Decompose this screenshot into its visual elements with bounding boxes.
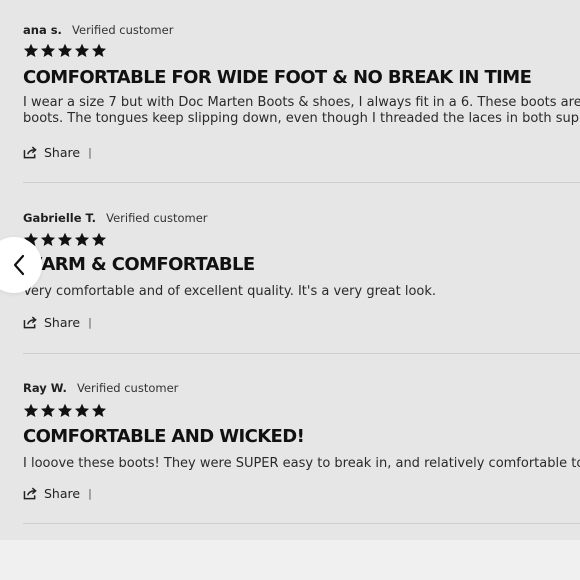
share-icon <box>23 146 37 158</box>
verified-badge: Verified customer <box>76 381 179 395</box>
review-meta: Gabrielle T. Verified customer <box>23 209 208 225</box>
review-divider <box>23 523 580 524</box>
share-label: Share <box>44 144 81 160</box>
star-icon <box>74 232 90 247</box>
share-separator: | <box>88 315 92 329</box>
star-icon <box>40 43 56 58</box>
review-body: I wear a size 7 but with Doc Marten Boot… <box>23 95 580 127</box>
star-icon <box>91 232 107 247</box>
review-list: ana s. Verified customer COMFORTABLE FOR… <box>0 0 580 540</box>
page-footer-band <box>0 540 580 580</box>
share-button[interactable]: Share | <box>23 314 92 330</box>
star-icon <box>23 43 39 58</box>
star-icon <box>74 403 90 418</box>
share-label: Share <box>44 485 81 501</box>
star-icon <box>40 232 56 247</box>
star-rating <box>23 402 107 420</box>
star-icon <box>23 403 39 418</box>
share-label: Share <box>44 314 81 330</box>
star-icon <box>57 403 73 418</box>
review-title: WARM & COMFORTABLE <box>23 254 255 275</box>
review-meta: ana s. Verified customer <box>23 21 173 37</box>
share-separator: | <box>88 145 92 159</box>
verified-badge: Verified customer <box>72 23 174 37</box>
review-body-line: I looove these boots! They were SUPER ea… <box>23 456 580 471</box>
reviewer-name: Gabrielle T. <box>23 211 96 225</box>
share-icon <box>23 316 37 328</box>
reviewer-name: ana s. <box>23 23 62 37</box>
verified-badge: Verified customer <box>106 211 208 225</box>
review-body-line: I wear a size 7 but with Doc Marten Boot… <box>23 95 580 110</box>
star-icon <box>57 232 73 247</box>
review-body-line: boots. The tongues keep slipping down, e… <box>23 111 580 126</box>
star-rating <box>23 42 107 60</box>
share-separator: | <box>88 486 92 500</box>
review-body: Very comfortable and of excellent qualit… <box>23 284 580 300</box>
review-body: I looove these boots! They were SUPER ea… <box>23 456 580 472</box>
reviewer-name: Ray W. <box>23 381 67 395</box>
share-button[interactable]: Share | <box>23 485 92 501</box>
share-button[interactable]: Share | <box>23 144 92 160</box>
reviews-viewport: ana s. Verified customer COMFORTABLE FOR… <box>0 0 580 580</box>
star-icon <box>91 43 107 58</box>
review-title: COMFORTABLE AND WICKED! <box>23 426 305 447</box>
chevron-left-icon <box>13 254 25 276</box>
review-meta: Ray W. Verified customer <box>23 379 178 395</box>
review-body-line: Very comfortable and of excellent qualit… <box>23 284 437 299</box>
review-divider <box>23 353 580 354</box>
star-icon <box>57 43 73 58</box>
review-divider <box>23 182 580 183</box>
star-icon <box>91 403 107 418</box>
review-title: COMFORTABLE FOR WIDE FOOT & NO BREAK IN … <box>23 67 532 88</box>
star-icon <box>74 43 90 58</box>
share-icon <box>23 487 37 499</box>
star-icon <box>40 403 56 418</box>
